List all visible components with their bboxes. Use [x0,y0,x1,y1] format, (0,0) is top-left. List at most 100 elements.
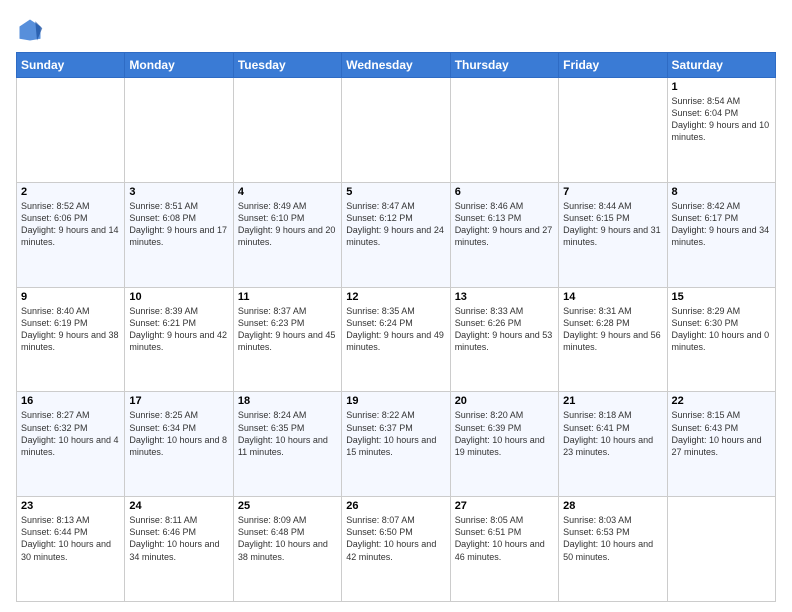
calendar-week-row: 23Sunrise: 8:13 AM Sunset: 6:44 PM Dayli… [17,497,776,602]
calendar-week-row: 16 Sunrise: 8:27 AM Sunset: 6:32 PM Dayli… [17,392,776,497]
day-number: 8 [672,186,771,198]
day-number: 14 [563,291,662,303]
logo-icon [16,16,44,44]
calendar-cell: 23Sunrise: 8:13 AM Sunset: 6:44 PM Dayli… [17,497,125,602]
day-number: 11 [238,291,337,303]
calendar-week-row: 1 Sunrise: 8:54 AM Sunset: 6:04 PM Daylig… [17,78,776,183]
day-number: 6 [455,186,554,198]
day-info: Sunrise: 8:18 AM Sunset: 6:41 PM Dayligh… [563,409,662,458]
day-number: 15 [672,291,771,303]
weekday-header-friday: Friday [559,53,667,78]
calendar-cell: 14 Sunrise: 8:31 AM Sunset: 6:28 PM Dayli… [559,287,667,392]
day-info: Sunrise: 8:51 AM Sunset: 6:08 PM Dayligh… [129,200,228,249]
calendar-cell: 21 Sunrise: 8:18 AM Sunset: 6:41 PM Dayli… [559,392,667,497]
day-info: Sunrise: 8:33 AM Sunset: 6:26 PM Dayligh… [455,305,554,354]
calendar-cell: 18 Sunrise: 8:24 AM Sunset: 6:35 PM Dayli… [233,392,341,497]
calendar-cell: 25 Sunrise: 8:09 AM Sunset: 6:48 PM Dayli… [233,497,341,602]
day-number: 17 [129,395,228,407]
calendar-cell: 22 Sunrise: 8:15 AM Sunset: 6:43 PM Dayli… [667,392,775,497]
calendar-cell: 5 Sunrise: 8:47 AM Sunset: 6:12 PM Daylig… [342,182,450,287]
calendar-cell: 28 Sunrise: 8:03 AM Sunset: 6:53 PM Dayli… [559,497,667,602]
calendar-cell: 7 Sunrise: 8:44 AM Sunset: 6:15 PM Daylig… [559,182,667,287]
day-info: Sunrise: 8:54 AM Sunset: 6:04 PM Dayligh… [672,95,771,144]
day-info: Sunrise: 8:46 AM Sunset: 6:13 PM Dayligh… [455,200,554,249]
day-info: Sunrise: 8:29 AM Sunset: 6:30 PM Dayligh… [672,305,771,354]
day-info: Sunrise: 8:37 AM Sunset: 6:23 PM Dayligh… [238,305,337,354]
page: SundayMondayTuesdayWednesdayThursdayFrid… [0,0,792,612]
day-info: Sunrise: 8:40 AM Sunset: 6:19 PM Dayligh… [21,305,120,354]
day-number: 3 [129,186,228,198]
day-info: Sunrise: 8:39 AM Sunset: 6:21 PM Dayligh… [129,305,228,354]
calendar-cell: 20Sunrise: 8:20 AM Sunset: 6:39 PM Dayli… [450,392,558,497]
day-number: 28 [563,500,662,512]
day-number: 24 [129,500,228,512]
calendar-week-row: 9 Sunrise: 8:40 AM Sunset: 6:19 PM Daylig… [17,287,776,392]
day-info: Sunrise: 8:09 AM Sunset: 6:48 PM Dayligh… [238,514,337,563]
calendar-cell [450,78,558,183]
calendar-cell: 1 Sunrise: 8:54 AM Sunset: 6:04 PM Daylig… [667,78,775,183]
day-info: Sunrise: 8:03 AM Sunset: 6:53 PM Dayligh… [563,514,662,563]
calendar-week-row: 2 Sunrise: 8:52 AM Sunset: 6:06 PM Daylig… [17,182,776,287]
calendar-cell: 19 Sunrise: 8:22 AM Sunset: 6:37 PM Dayli… [342,392,450,497]
day-number: 7 [563,186,662,198]
calendar-cell [17,78,125,183]
day-info: Sunrise: 8:07 AM Sunset: 6:50 PM Dayligh… [346,514,445,563]
calendar-cell: 8 Sunrise: 8:42 AM Sunset: 6:17 PM Daylig… [667,182,775,287]
day-number: 19 [346,395,445,407]
day-info: Sunrise: 8:15 AM Sunset: 6:43 PM Dayligh… [672,409,771,458]
header [16,16,776,44]
day-number: 12 [346,291,445,303]
day-number: 27 [455,500,554,512]
day-info: Sunrise: 8:44 AM Sunset: 6:15 PM Dayligh… [563,200,662,249]
day-number: 2 [21,186,120,198]
weekday-header-wednesday: Wednesday [342,53,450,78]
day-info: Sunrise: 8:24 AM Sunset: 6:35 PM Dayligh… [238,409,337,458]
calendar-cell: 15 Sunrise: 8:29 AM Sunset: 6:30 PM Dayli… [667,287,775,392]
day-number: 1 [672,81,771,93]
calendar-cell: 11 Sunrise: 8:37 AM Sunset: 6:23 PM Dayli… [233,287,341,392]
calendar-cell [125,78,233,183]
calendar-cell: 13 Sunrise: 8:33 AM Sunset: 6:26 PM Dayli… [450,287,558,392]
day-info: Sunrise: 8:11 AM Sunset: 6:46 PM Dayligh… [129,514,228,563]
calendar-cell: 17 Sunrise: 8:25 AM Sunset: 6:34 PM Dayli… [125,392,233,497]
calendar-cell: 3 Sunrise: 8:51 AM Sunset: 6:08 PM Daylig… [125,182,233,287]
weekday-header-tuesday: Tuesday [233,53,341,78]
day-info: Sunrise: 8:52 AM Sunset: 6:06 PM Dayligh… [21,200,120,249]
day-number: 20 [455,395,554,407]
day-number: 25 [238,500,337,512]
day-number: 26 [346,500,445,512]
weekday-header-saturday: Saturday [667,53,775,78]
weekday-header-sunday: Sunday [17,53,125,78]
day-number: 5 [346,186,445,198]
day-number: 18 [238,395,337,407]
day-number: 4 [238,186,337,198]
day-info: Sunrise: 8:22 AM Sunset: 6:37 PM Dayligh… [346,409,445,458]
day-number: 21 [563,395,662,407]
day-number: 10 [129,291,228,303]
day-info: Sunrise: 8:47 AM Sunset: 6:12 PM Dayligh… [346,200,445,249]
calendar-cell: 24 Sunrise: 8:11 AM Sunset: 6:46 PM Dayli… [125,497,233,602]
calendar-cell [559,78,667,183]
calendar-table: SundayMondayTuesdayWednesdayThursdayFrid… [16,52,776,602]
day-info: Sunrise: 8:42 AM Sunset: 6:17 PM Dayligh… [672,200,771,249]
day-number: 16 [21,395,120,407]
calendar-cell: 9 Sunrise: 8:40 AM Sunset: 6:19 PM Daylig… [17,287,125,392]
weekday-header-thursday: Thursday [450,53,558,78]
day-number: 23 [21,500,120,512]
calendar-cell: 26 Sunrise: 8:07 AM Sunset: 6:50 PM Dayli… [342,497,450,602]
calendar-cell: 6 Sunrise: 8:46 AM Sunset: 6:13 PM Daylig… [450,182,558,287]
calendar-cell: 16 Sunrise: 8:27 AM Sunset: 6:32 PM Dayli… [17,392,125,497]
calendar-cell: 12 Sunrise: 8:35 AM Sunset: 6:24 PM Dayli… [342,287,450,392]
day-info: Sunrise: 8:25 AM Sunset: 6:34 PM Dayligh… [129,409,228,458]
logo [16,16,48,44]
day-number: 13 [455,291,554,303]
day-number: 22 [672,395,771,407]
day-info: Sunrise: 8:35 AM Sunset: 6:24 PM Dayligh… [346,305,445,354]
day-info: Sunrise: 8:31 AM Sunset: 6:28 PM Dayligh… [563,305,662,354]
calendar-cell [233,78,341,183]
day-info: Sunrise: 8:27 AM Sunset: 6:32 PM Dayligh… [21,409,120,458]
calendar-cell: 4 Sunrise: 8:49 AM Sunset: 6:10 PM Daylig… [233,182,341,287]
day-info: Sunrise: 8:49 AM Sunset: 6:10 PM Dayligh… [238,200,337,249]
day-number: 9 [21,291,120,303]
calendar-cell [667,497,775,602]
